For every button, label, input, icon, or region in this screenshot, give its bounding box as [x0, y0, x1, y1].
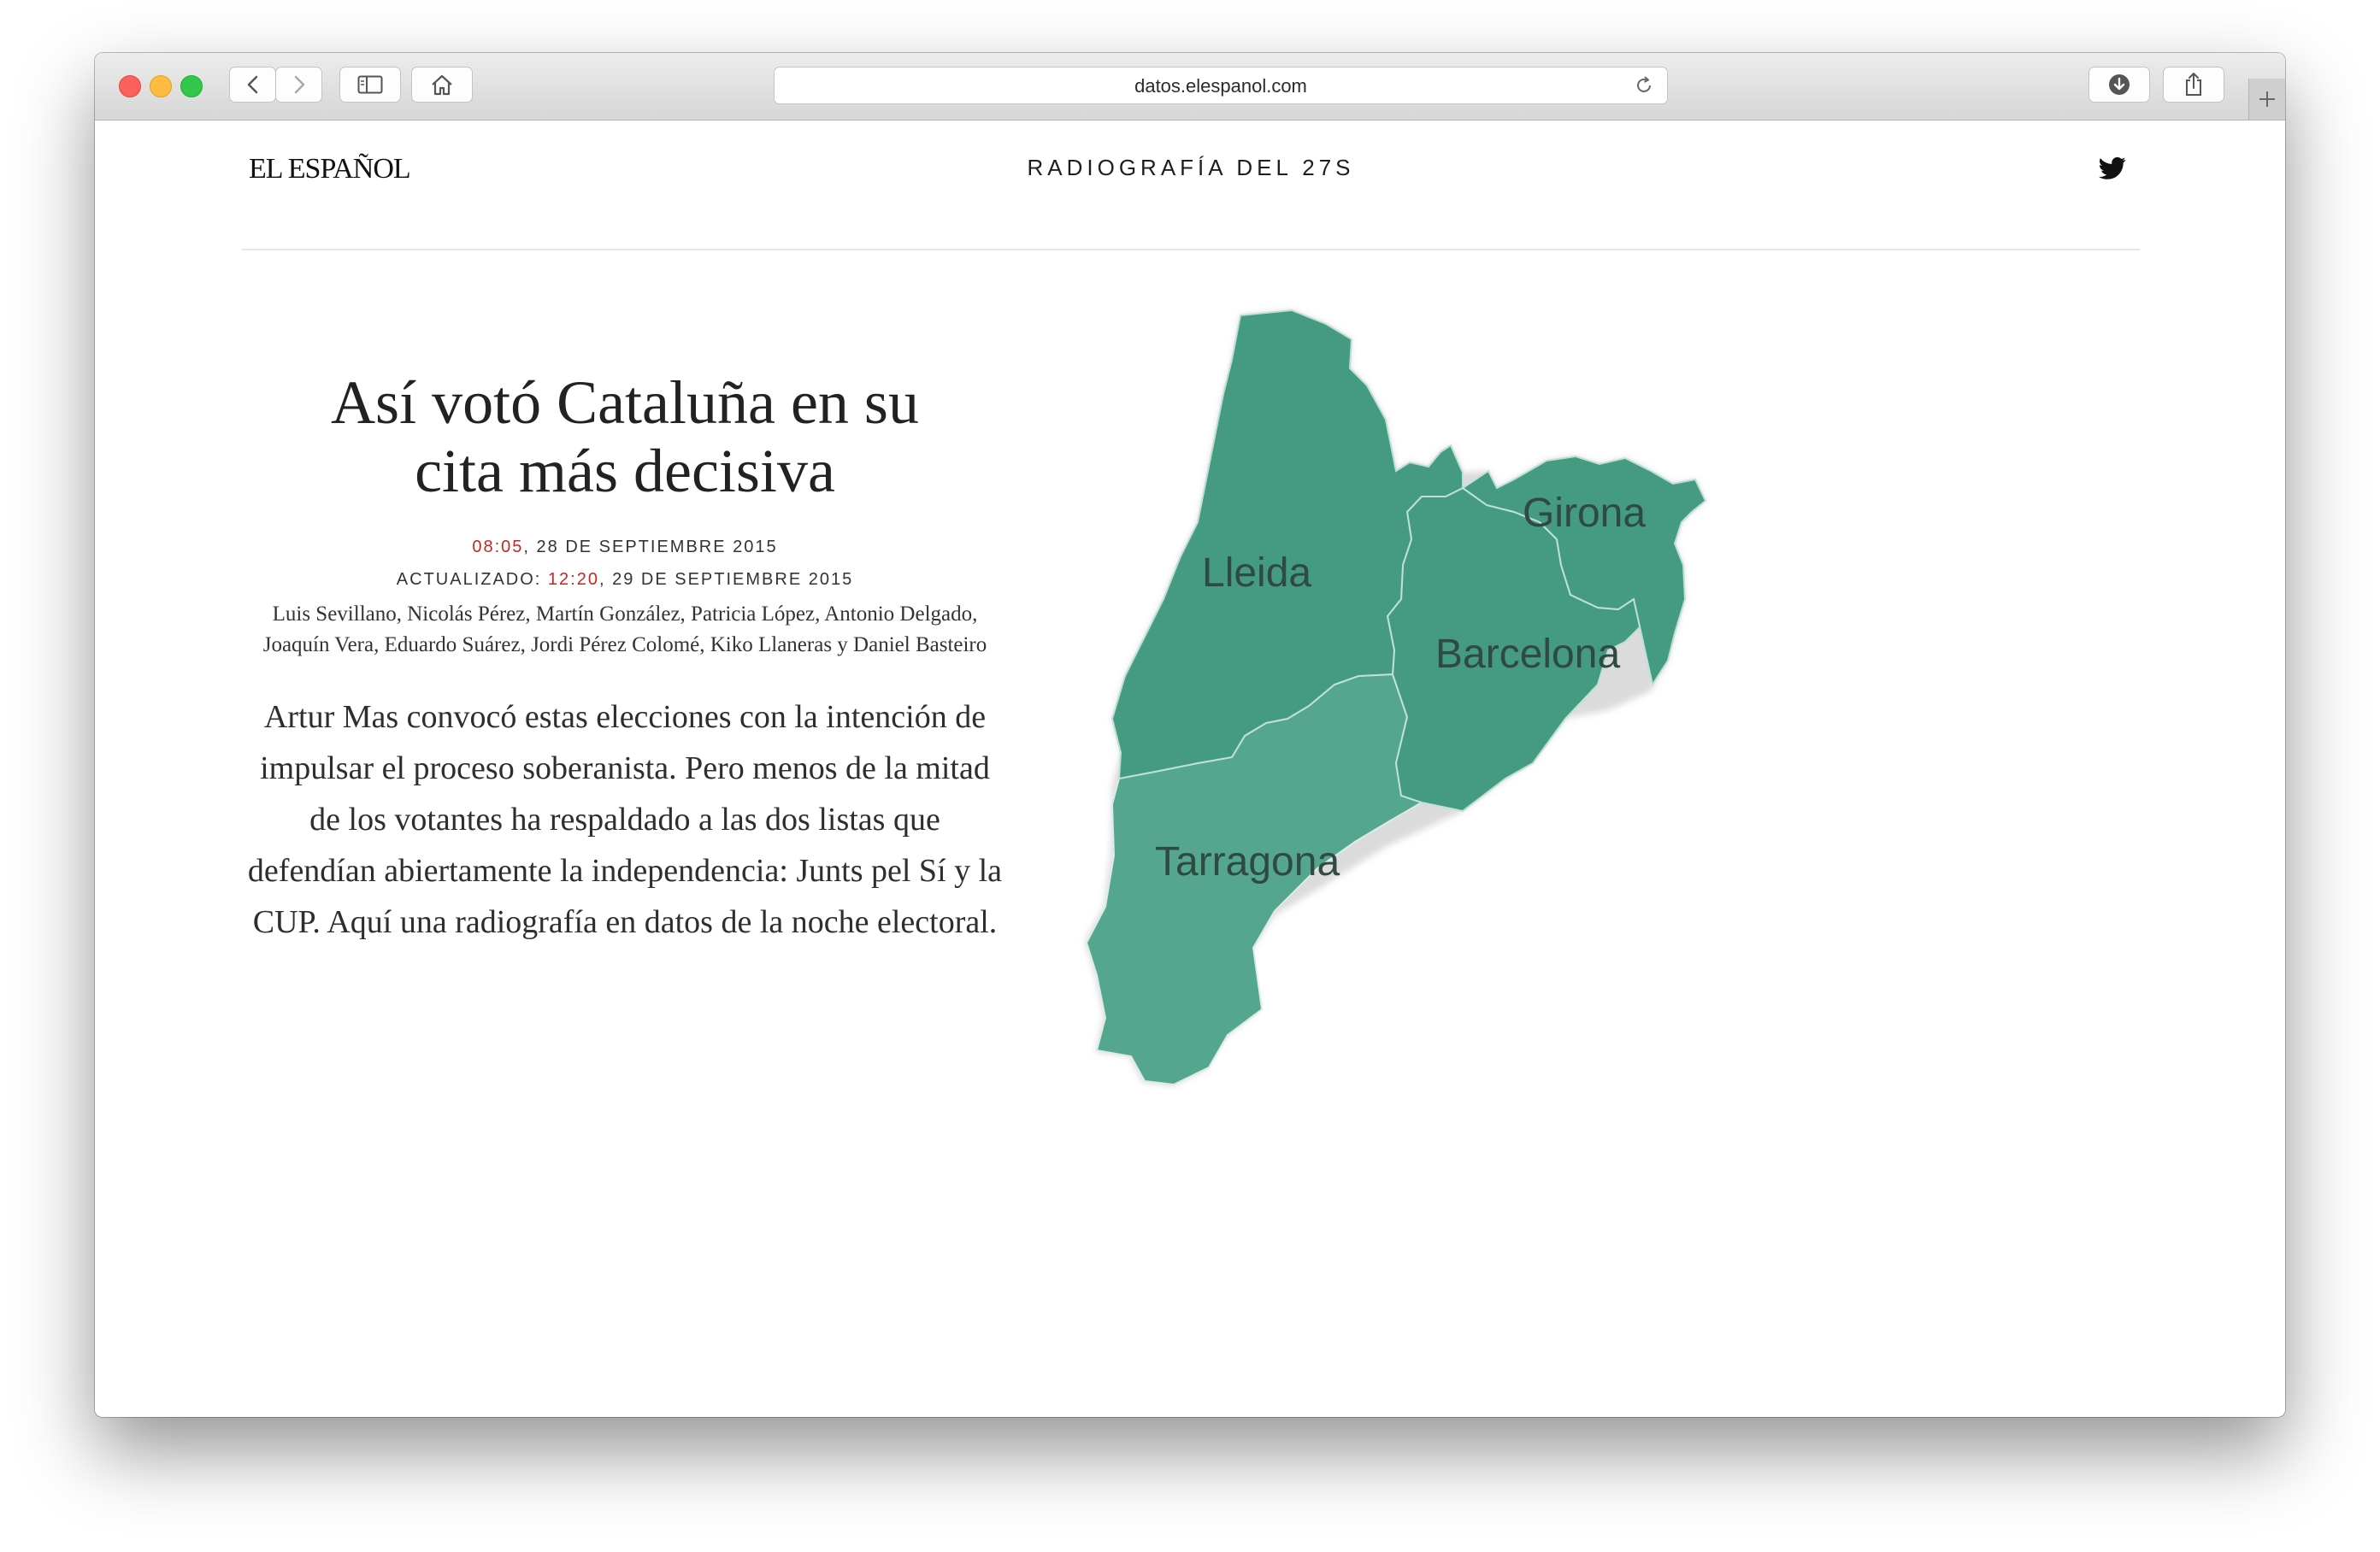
- twitter-icon[interactable]: [2099, 156, 2126, 180]
- download-icon: [2109, 74, 2130, 95]
- share-button[interactable]: [2163, 67, 2224, 103]
- reload-icon[interactable]: [1633, 74, 1655, 97]
- chevron-right-icon: [294, 75, 304, 94]
- plus-icon: [2259, 91, 2275, 107]
- published-date: , 28 DE SEPTIEMBRE 2015: [523, 538, 778, 556]
- sidebar-button[interactable]: [339, 67, 401, 103]
- updated-time: 12:20: [547, 570, 599, 589]
- headline-line-2: cita más decisiva: [415, 437, 835, 505]
- downloads-button[interactable]: [2088, 67, 2150, 103]
- headline-line-1: Así votó Cataluña en su: [331, 368, 919, 437]
- published-line: 08:05, 28 DE SEPTIEMBRE 2015: [242, 531, 1008, 563]
- section-title[interactable]: RADIOGRAFÍA DEL 27S: [242, 155, 2140, 181]
- page-content: EL ESPAÑOL RADIOGRAFÍA DEL 27S Así votó …: [95, 121, 2285, 1417]
- address-bar[interactable]: datos.elespanol.com: [774, 67, 1668, 104]
- back-button[interactable]: [229, 67, 276, 103]
- region-label-girona: Girona: [1523, 491, 1646, 536]
- region-label-lleida: Lleida: [1202, 550, 1311, 596]
- browser-window: datos.elespanol.com EL ESPAÑOL RADIOGRAF…: [95, 53, 2285, 1417]
- new-tab-button[interactable]: [2248, 79, 2285, 120]
- updated-line: ACTUALIZADO: 12:20, 29 DE SEPTIEMBRE 201…: [242, 563, 1008, 596]
- chevron-left-icon: [247, 75, 257, 94]
- browser-toolbar: datos.elespanol.com: [95, 53, 2285, 121]
- home-icon: [432, 74, 452, 96]
- region-label-barcelona: Barcelona: [1435, 632, 1620, 677]
- url-text: datos.elespanol.com: [1134, 75, 1307, 97]
- share-icon: [2186, 73, 2201, 96]
- close-window-button[interactable]: [119, 75, 141, 97]
- forward-button[interactable]: [275, 67, 322, 103]
- publish-meta: 08:05, 28 DE SEPTIEMBRE 2015 ACTUALIZADO…: [242, 531, 1008, 596]
- minimize-window-button[interactable]: [150, 75, 172, 97]
- updated-label: ACTUALIZADO:: [396, 570, 548, 589]
- home-button[interactable]: [411, 67, 473, 103]
- sidebar-icon: [357, 75, 383, 94]
- region-label-tarragona: Tarragona: [1155, 839, 1340, 885]
- updated-date: , 29 DE SEPTIEMBRE 2015: [598, 570, 854, 589]
- zoom-window-button[interactable]: [180, 75, 203, 97]
- lead-paragraph: Artur Mas convocó estas elecciones con l…: [247, 699, 1003, 940]
- published-time: 08:05: [472, 538, 524, 556]
- catalonia-map: Lleida Girona Barcelona Tarragona: [1085, 309, 1707, 1086]
- site-header: EL ESPAÑOL RADIOGRAFÍA DEL 27S: [242, 121, 2140, 250]
- authors: Luis Sevillano, Nicolás Pérez, Martín Go…: [262, 603, 987, 656]
- article-intro: Así votó Cataluña en su cita más decisiv…: [242, 368, 1008, 948]
- headline: Así votó Cataluña en su cita más decisiv…: [242, 368, 1008, 505]
